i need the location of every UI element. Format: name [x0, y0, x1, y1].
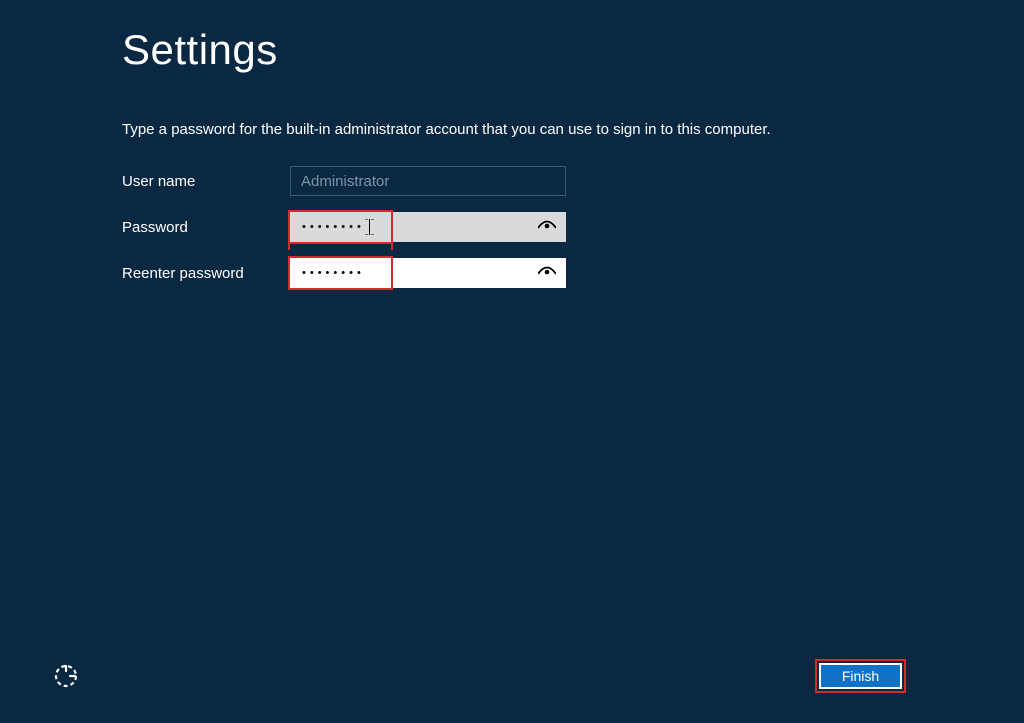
password-container	[290, 212, 566, 242]
reenter-password-input[interactable]	[290, 258, 566, 288]
ease-of-access-icon[interactable]	[52, 662, 80, 695]
username-row: User name Administrator	[122, 158, 566, 204]
reveal-password-icon[interactable]	[538, 218, 556, 236]
reenter-row: Reenter password	[122, 250, 566, 296]
finish-button-highlight: Finish	[815, 659, 906, 693]
reveal-reenter-password-icon[interactable]	[538, 264, 556, 282]
finish-button[interactable]: Finish	[819, 663, 902, 689]
reenter-container	[290, 258, 566, 288]
username-field: Administrator	[290, 166, 566, 196]
password-row: Password	[122, 204, 566, 250]
page-title: Settings	[122, 26, 278, 74]
password-label: Password	[122, 219, 290, 236]
reenter-password-label: Reenter password	[122, 265, 290, 282]
settings-form: User name Administrator Password Reenter…	[122, 158, 566, 296]
password-input[interactable]	[290, 212, 566, 242]
instruction-text: Type a password for the built-in adminis…	[122, 121, 771, 138]
username-label: User name	[122, 173, 290, 190]
